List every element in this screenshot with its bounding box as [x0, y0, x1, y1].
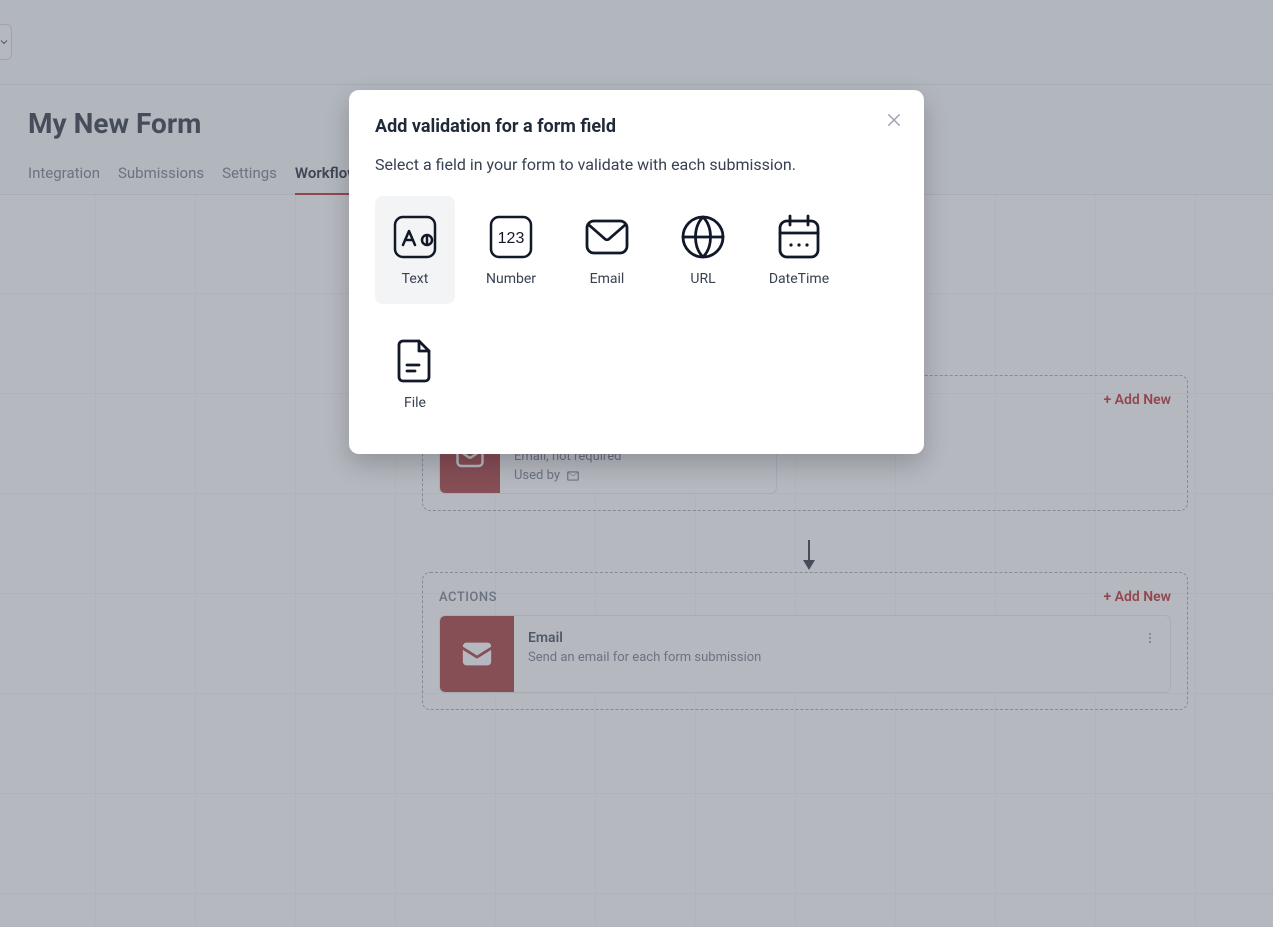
file-field-icon: [391, 337, 439, 385]
text-field-icon: [391, 213, 439, 261]
close-icon: [885, 111, 903, 129]
url-field-icon: [679, 213, 727, 261]
field-option-text[interactable]: Text: [375, 196, 455, 304]
modal-title: Add validation for a form field: [375, 116, 898, 137]
number-field-icon: 123: [487, 213, 535, 261]
field-option-number[interactable]: 123 Number: [471, 196, 551, 304]
field-option-label: DateTime: [769, 271, 829, 287]
field-option-label: Text: [402, 271, 429, 287]
datetime-field-icon: [775, 213, 823, 261]
modal-subtitle: Select a field in your form to validate …: [375, 155, 898, 174]
field-option-label: URL: [690, 271, 715, 287]
svg-text:123: 123: [498, 230, 525, 247]
field-option-label: Email: [590, 271, 625, 287]
field-option-email[interactable]: Email: [567, 196, 647, 304]
modal-overlay[interactable]: Add validation for a form field Select a…: [0, 0, 1273, 927]
field-option-label: Number: [486, 271, 536, 287]
email-field-icon: [583, 213, 631, 261]
field-option-file[interactable]: File: [375, 320, 455, 428]
add-validation-modal: Add validation for a form field Select a…: [349, 90, 924, 454]
field-option-label: File: [404, 395, 426, 411]
field-option-datetime[interactable]: DateTime: [759, 196, 839, 304]
modal-close-button[interactable]: [882, 108, 906, 132]
field-option-url[interactable]: URL: [663, 196, 743, 304]
field-type-grid: Text 123 Number: [375, 196, 898, 428]
